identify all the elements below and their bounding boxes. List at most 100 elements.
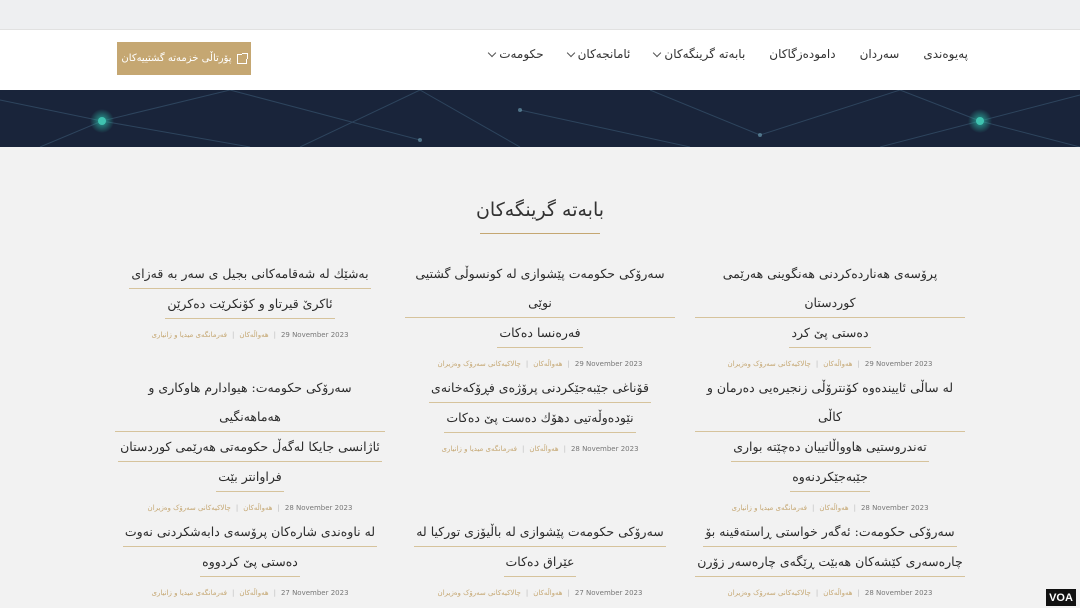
meta-separator: |	[235, 504, 239, 512]
article-title-line: نێودەوڵەتیی دهۆك دەست پێ دەکات	[444, 403, 636, 433]
article-title-line: سەرۆکی حکومەت پێشوازی لە کونسوڵی گشتیی ن…	[405, 259, 675, 318]
article-title-line: دەستی پێ کردووە	[200, 547, 300, 577]
article-category-link[interactable]: چالاکیەکانی سەرۆک وەزیران	[728, 589, 811, 597]
nav-menu-item[interactable]: بابەتە گرینگەکان	[653, 47, 745, 61]
article-title-line: پرۆسەی هەناردەکردنی هەنگوینی هەرێمی کورد…	[695, 259, 965, 318]
nav-menu: حکومەت ئامانجەکان بابەتە گرینگەکان دامودەزگ…	[487, 47, 968, 61]
nav-menu-item[interactable]: حکومەت	[487, 47, 544, 61]
meta-separator: |	[563, 445, 566, 453]
article-card: لە ساڵی ئاییندەوە کۆنترۆڵی زنجیرەیی دەرم…	[695, 373, 965, 512]
article-title-line: تەندروستیی هاوواڵاتییان دەچێتە بواری	[731, 432, 929, 462]
article-date: 28 November 2023	[860, 504, 929, 512]
nav-menu-item[interactable]: پەیوەندی	[923, 47, 968, 61]
meta-separator: |	[815, 360, 819, 368]
article-category-link[interactable]: هەواڵەکان	[533, 589, 562, 597]
article-title-line: عێراق دەکات	[503, 547, 577, 577]
article-title-line: جێبەجێکردنەوە	[790, 462, 870, 492]
article-category-link[interactable]: هەواڵەکان	[533, 360, 562, 368]
article-category-link[interactable]: فەرمانگەی میدیا و زانیاری	[151, 331, 226, 339]
article-title-line: سەرۆکی حکومەت پێشوازی لە باڵیۆزی تورکیا …	[414, 517, 666, 547]
article-category-link[interactable]: هەواڵەکان	[819, 504, 848, 512]
article-title-link[interactable]: لە ساڵی ئاییندەوە کۆنترۆڵی زنجیرەیی دەرم…	[695, 373, 965, 492]
article-category-link[interactable]: چالاکیەکانی سەرۆک وەزیران	[438, 589, 521, 597]
nav-menu-item-label: حکومەت	[499, 47, 544, 61]
article-meta: 28 November 2023 | هەواڵەکان | چالاکیەکانی س…	[115, 504, 385, 512]
article-title-line: ئاژانسی جایکا لەگەڵ حکومەتی هەرێمی کوردس…	[118, 432, 382, 462]
nav-menu-item-label: پەیوەندی	[923, 47, 968, 61]
article-title-link[interactable]: بەشێك لە شەقامەکانی بجیل ی سەر بە قەزای ئ…	[115, 259, 385, 319]
article-date: 28 November 2023	[570, 445, 639, 453]
article-category-link[interactable]: چالاکیەکانی سەرۆک وەزیران	[728, 360, 811, 368]
browser-top-strip	[0, 0, 1080, 30]
article-category-link[interactable]: هەواڵەکان	[823, 360, 852, 368]
article-card: لە ناوەندی شارەکان پرۆسەی دابەشکردنی نەو…	[115, 517, 385, 597]
article-title-link[interactable]: سەرۆکی حکومەت: هیوادارم هاوکاری و هەماهە…	[115, 373, 385, 492]
meta-separator: |	[857, 360, 860, 368]
chevron-down-icon	[653, 48, 662, 57]
meta-separator: |	[857, 589, 860, 597]
meta-separator: |	[525, 589, 529, 597]
article-title-line: سەرۆکی حکومەت: هیوادارم هاوکاری و هەماهە…	[115, 373, 385, 432]
article-category-link[interactable]: چالاکیەکانی سەرۆک وەزیران	[148, 504, 231, 512]
article-category-link[interactable]: هەواڵەکان	[529, 445, 558, 453]
meta-separator: |	[231, 589, 235, 597]
article-date: 27 November 2023	[574, 589, 643, 597]
article-title-link[interactable]: سەرۆکی حکومەت پێشوازی لە باڵیۆزی تورکیا …	[405, 517, 675, 577]
article-category-link[interactable]: چالاکیەکانی سەرۆک وەزیران	[438, 360, 521, 368]
article-card: سەرۆکی حکومەت: ئەگەر خواستی ڕاستەقینە بۆ…	[695, 517, 965, 597]
article-category-link[interactable]: هەواڵەکان	[239, 331, 268, 339]
article-category-link[interactable]: هەواڵەکان	[239, 589, 268, 597]
voa-watermark: VOA	[1046, 589, 1076, 606]
network-banner-graphic	[0, 90, 1080, 147]
article-card: بەشێك لە شەقامەکانی بجیل ی سەر بە قەزای ئ…	[115, 259, 385, 339]
article-meta: 28 November 2023 | هەواڵەکان | چالاکیەکانی س…	[695, 589, 965, 597]
article-title-link[interactable]: لە ناوەندی شارەکان پرۆسەی دابەشکردنی نەو…	[115, 517, 385, 577]
article-meta: 28 November 2023 | هەواڵەکان | فەرمانگەی مید…	[695, 504, 965, 512]
article-title-line: لە ساڵی ئاییندەوە کۆنترۆڵی زنجیرەیی دەرم…	[695, 373, 965, 432]
article-meta: 28 November 2023 | هەواڵەکان | فەرمانگەی مید…	[405, 445, 675, 453]
article-date: 28 November 2023	[284, 504, 353, 512]
article-category-link[interactable]: هەواڵەکان	[243, 504, 272, 512]
article-meta: 27 November 2023 | هەواڵەکان | فەرمانگەی مید…	[115, 589, 385, 597]
article-title-line: قۆناغی جێبەجێکردنی پرۆژەی فڕۆکەخانەی	[429, 373, 651, 403]
nav-menu-item-label: سەردان	[859, 47, 900, 61]
meta-separator: |	[567, 589, 570, 597]
article-meta: 29 November 2023 | هەواڵەکان | فەرمانگەی مید…	[115, 331, 385, 339]
article-title-link[interactable]: سەرۆکی حکومەت: ئەگەر خواستی ڕاستەقینە بۆ…	[695, 517, 965, 577]
article-category-link[interactable]: فەرمانگەی میدیا و زانیاری	[731, 504, 806, 512]
article-title-line: ئاکرێ قیرتاو و کۆنکرێت دەکرێن	[165, 289, 335, 319]
article-category-link[interactable]: هەواڵەکان	[823, 589, 852, 597]
nav-menu-item[interactable]: ئامانجەکان	[566, 47, 630, 61]
article-title-link[interactable]: پرۆسەی هەناردەکردنی هەنگوینی هەرێمی کورد…	[695, 259, 965, 348]
nav-menu-item[interactable]: سەردان	[860, 47, 900, 61]
public-services-portal-button[interactable]: پۆرتاڵی خزمەتە گشتییەکان	[117, 42, 251, 75]
article-title-link[interactable]: سەرۆکی حکومەت پێشوازی لە کونسوڵی گشتیی ن…	[405, 259, 675, 348]
meta-separator: |	[811, 504, 815, 512]
section-title: بابەتە گرینگەکان	[475, 199, 605, 221]
article-title-line: سەرۆکی حکومەت: ئەگەر خواستی ڕاستەقینە بۆ	[703, 517, 957, 547]
article-category-link[interactable]: فەرمانگەی میدیا و زانیاری	[441, 445, 516, 453]
article-date: 29 November 2023	[864, 360, 933, 368]
meta-separator: |	[567, 360, 570, 368]
meta-separator: |	[231, 331, 235, 339]
chevron-down-icon	[566, 48, 575, 57]
article-date: 29 November 2023	[574, 360, 643, 368]
article-title-link[interactable]: قۆناغی جێبەجێکردنی پرۆژەی فڕۆکەخانەی نێود…	[405, 373, 675, 433]
chevron-down-icon	[487, 48, 497, 57]
portal-button-label: پۆرتاڵی خزمەتە گشتییەکان	[121, 53, 232, 64]
meta-separator: |	[273, 331, 276, 339]
article-card: سەرۆکی حکومەت: هیوادارم هاوکاری و هەماهە…	[115, 373, 385, 512]
meta-separator: |	[815, 589, 819, 597]
article-meta: 27 November 2023 | هەواڵەکان | چالاکیەکانی س…	[405, 589, 675, 597]
nav-menu-item[interactable]: دامودەزگاکان	[769, 47, 835, 61]
external-link-icon	[236, 52, 248, 64]
meta-separator: |	[853, 504, 856, 512]
title-underline	[480, 233, 600, 234]
article-title-line: بەشێك لە شەقامەکانی بجیل ی سەر بە قەزای	[129, 259, 371, 289]
article-category-link[interactable]: فەرمانگەی میدیا و زانیاری	[151, 589, 226, 597]
article-title-line: چارەسەری کێشەکان هەبێت ڕێگەی چارەسەر زۆر…	[695, 547, 965, 577]
meta-separator: |	[525, 360, 529, 368]
important-topics-section: بابەتە گرینگەکان پرۆسەی هەناردەکردنی هەن…	[0, 147, 1080, 608]
article-title-line: فەرەنسا دەکات	[497, 318, 583, 348]
article-meta: 29 November 2023 | هەواڵەکان | چالاکیەکانی س…	[405, 360, 675, 368]
